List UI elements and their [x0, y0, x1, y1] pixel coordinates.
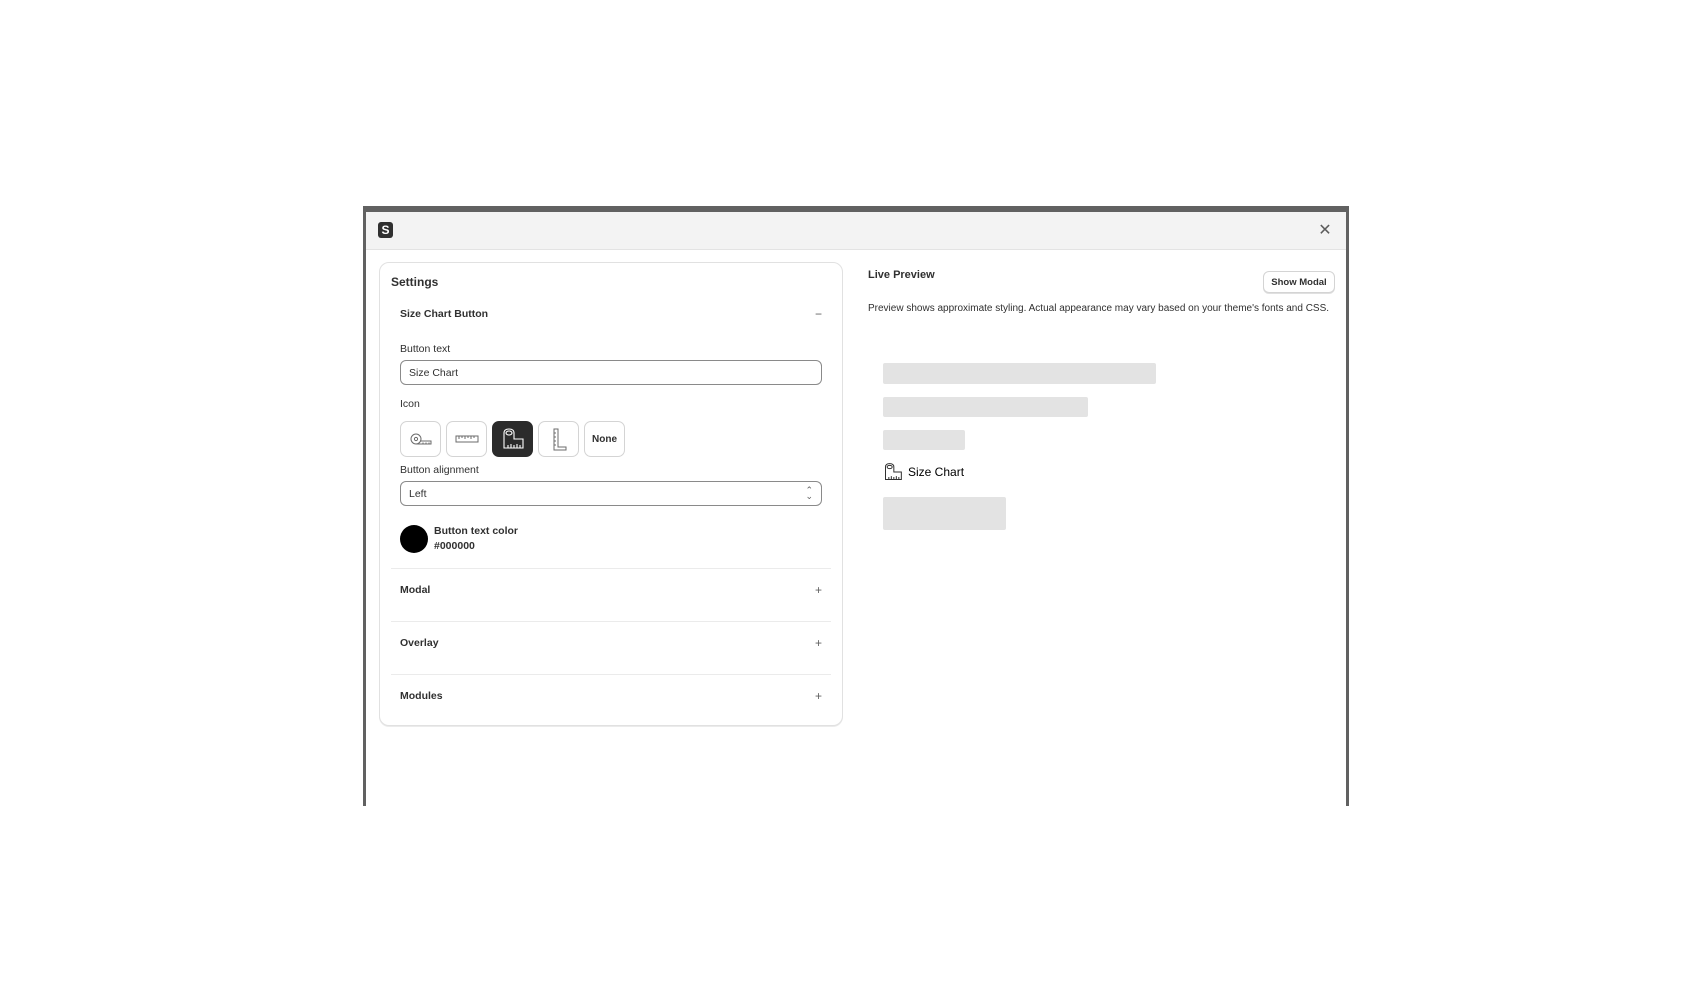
settings-card: Settings Size Chart Button − Button text…: [379, 262, 843, 726]
section-label: Modal: [400, 584, 431, 596]
close-icon[interactable]: ✕: [1316, 221, 1334, 239]
title-bar: S ✕: [366, 212, 1346, 250]
alignment-value: Left: [409, 487, 427, 500]
live-preview-title: Live Preview: [868, 269, 935, 281]
settings-title: Settings: [391, 275, 439, 289]
preview-size-chart-button[interactable]: Size Chart: [883, 462, 964, 482]
divider: [391, 568, 831, 569]
ruler-vertical-icon: [553, 428, 566, 451]
modal-section-header[interactable]: Modal +: [400, 580, 822, 600]
button-text-color-label: Button text color: [434, 525, 518, 537]
color-swatch[interactable]: [400, 525, 428, 553]
skeleton-line: [883, 430, 965, 450]
collapse-icon: −: [814, 307, 822, 321]
select-chevron-icon: ⌃ ⌄: [805, 485, 813, 501]
expand-icon: +: [814, 636, 822, 650]
modules-section-header[interactable]: Modules +: [400, 686, 822, 706]
app-logo: S: [378, 222, 393, 238]
preview-button-label: Size Chart: [908, 465, 965, 479]
icon-option-tape-measure-box[interactable]: [492, 421, 533, 457]
icon-option-tape-measure[interactable]: [400, 421, 441, 457]
button-alignment-select[interactable]: Left ⌃ ⌄: [400, 481, 822, 506]
overlay-section-header[interactable]: Overlay +: [400, 633, 822, 653]
button-alignment-label: Button alignment: [400, 464, 479, 476]
app-window: S ✕ Settings Size Chart Button − Button …: [363, 206, 1349, 806]
skeleton-line: [883, 397, 1088, 417]
icon-option-ruler[interactable]: [446, 421, 487, 457]
ruler-icon: [455, 435, 478, 443]
skeleton-line: [883, 363, 1156, 384]
divider: [391, 674, 831, 675]
size-chart-button-section-header[interactable]: Size Chart Button −: [400, 304, 822, 324]
icon-picker: None: [400, 421, 625, 457]
icon-label: Icon: [400, 398, 420, 410]
section-label: Overlay: [400, 637, 439, 649]
expand-icon: +: [814, 583, 822, 597]
preview-note: Preview shows approximate styling. Actua…: [868, 303, 1330, 314]
button-text-input[interactable]: [400, 360, 822, 385]
expand-icon: +: [814, 689, 822, 703]
section-label: Modules: [400, 690, 443, 702]
icon-option-none[interactable]: None: [584, 421, 625, 457]
divider: [391, 621, 831, 622]
section-label: Size Chart Button: [400, 308, 489, 320]
skeleton-block: [883, 497, 1006, 530]
tape-measure-box-icon: [502, 428, 524, 449]
tape-measure-icon: [410, 433, 431, 445]
tape-measure-box-icon: [885, 463, 902, 480]
show-modal-button[interactable]: Show Modal: [1263, 271, 1335, 293]
button-text-label: Button text: [400, 343, 451, 355]
button-text-color-value: #000000: [434, 540, 475, 552]
icon-option-ruler-vertical[interactable]: [538, 421, 579, 457]
